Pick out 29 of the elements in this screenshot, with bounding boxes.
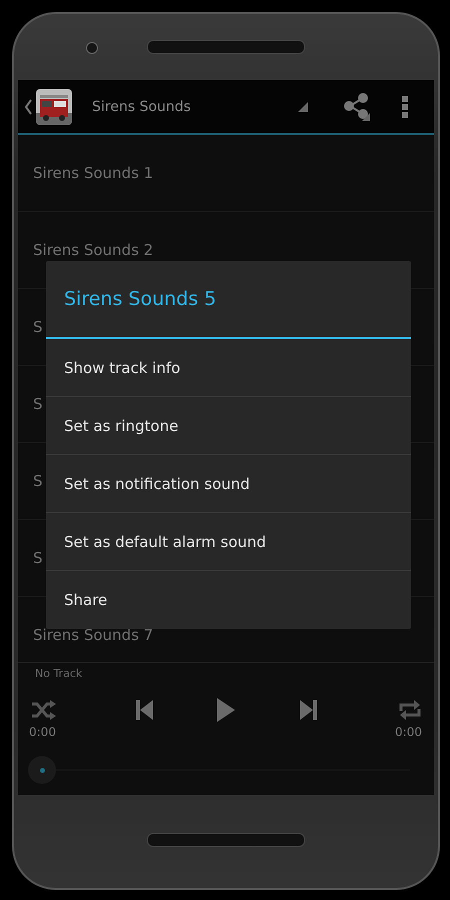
dropdown-corner-icon <box>298 102 308 112</box>
track-title: S <box>33 549 43 567</box>
repeat-icon[interactable] <box>398 699 422 721</box>
menu-item[interactable]: Set as ringtone <box>46 397 411 455</box>
shuffle-icon[interactable] <box>30 699 56 721</box>
track-title: S <box>33 395 43 413</box>
track-title: S <box>33 472 43 490</box>
menu-title: Sirens Sounds 5 <box>46 261 411 339</box>
elapsed-time: 0:00 <box>29 725 56 739</box>
back-icon[interactable] <box>24 98 32 114</box>
total-time: 0:00 <box>395 725 422 739</box>
track-title: S <box>33 318 43 336</box>
track-row[interactable]: Sirens Sounds 1 <box>18 135 434 212</box>
seek-thumb[interactable] <box>28 756 56 784</box>
menu-item[interactable]: Show track info <box>46 339 411 397</box>
previous-icon[interactable] <box>136 699 154 721</box>
camera-lens <box>86 42 98 54</box>
menu-item[interactable]: Set as default alarm sound <box>46 513 411 571</box>
app-title: Sirens Sounds <box>92 98 192 114</box>
track-title: Sirens Sounds 2 <box>33 241 154 259</box>
next-icon[interactable] <box>299 699 317 721</box>
track-title: Sirens Sounds 1 <box>33 164 154 182</box>
track-title: Sirens Sounds 7 <box>33 626 154 644</box>
more-icon[interactable] <box>402 96 408 118</box>
track-name: No Track <box>35 667 82 680</box>
share-icon[interactable] <box>344 92 370 120</box>
play-icon[interactable] <box>216 697 236 723</box>
menu-item[interactable]: Share <box>46 571 411 629</box>
menu-item[interactable]: Set as notification sound <box>46 455 411 513</box>
